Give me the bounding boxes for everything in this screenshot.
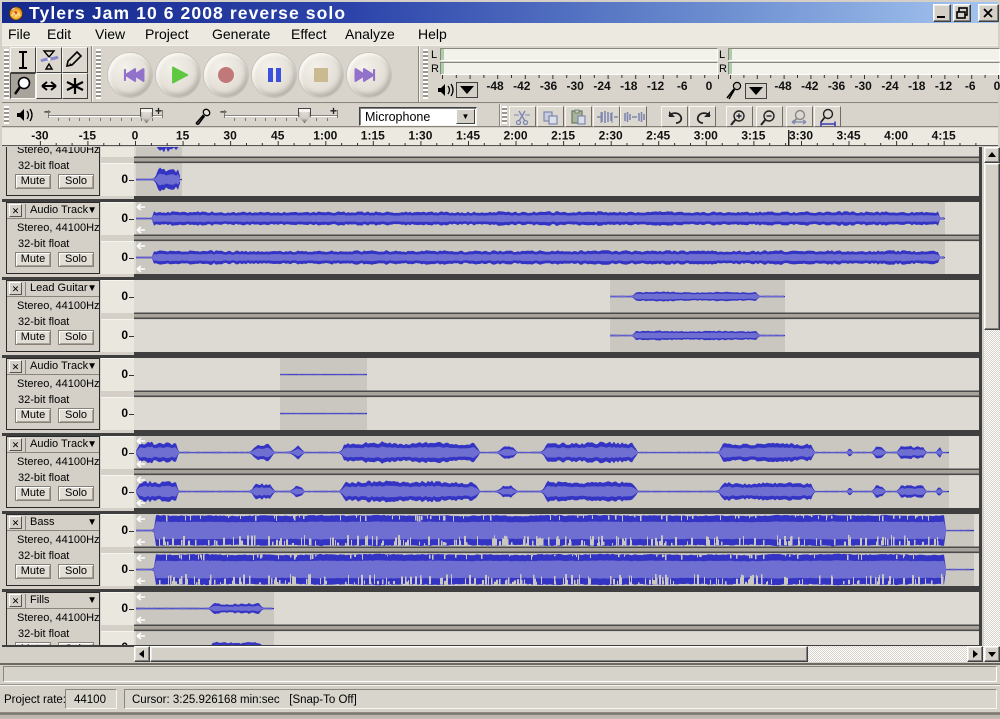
svg-text:-24: -24 xyxy=(881,80,899,93)
svg-text:-24: -24 xyxy=(593,80,611,93)
svg-text:-36: -36 xyxy=(828,80,846,93)
svg-text:-42: -42 xyxy=(513,80,531,93)
svg-text:-48: -48 xyxy=(774,80,792,93)
svg-text:3:30: 3:30 xyxy=(789,129,813,143)
svg-text:-15: -15 xyxy=(79,129,97,143)
svg-text:3:00: 3:00 xyxy=(694,129,718,143)
svg-text:-12: -12 xyxy=(647,80,665,93)
svg-text:-18: -18 xyxy=(620,80,638,93)
svg-text:-30: -30 xyxy=(31,129,49,143)
svg-text:4:15: 4:15 xyxy=(932,129,956,143)
svg-text:-12: -12 xyxy=(935,80,953,93)
svg-text:1:00: 1:00 xyxy=(313,129,337,143)
svg-text:3:45: 3:45 xyxy=(836,129,860,143)
svg-text:-30: -30 xyxy=(855,80,873,93)
svg-text:-48: -48 xyxy=(486,80,504,93)
svg-text:-42: -42 xyxy=(801,80,819,93)
svg-text:2:30: 2:30 xyxy=(599,129,623,143)
svg-text:0: 0 xyxy=(706,80,713,93)
svg-text:-6: -6 xyxy=(965,80,976,93)
svg-text:1:30: 1:30 xyxy=(408,129,432,143)
svg-text:-18: -18 xyxy=(908,80,926,93)
svg-text:1:15: 1:15 xyxy=(361,129,385,143)
svg-text:2:45: 2:45 xyxy=(646,129,670,143)
svg-text:0: 0 xyxy=(994,80,1000,93)
svg-text:45: 45 xyxy=(271,129,285,143)
svg-text:15: 15 xyxy=(176,129,190,143)
svg-text:-36: -36 xyxy=(540,80,558,93)
svg-text:1:45: 1:45 xyxy=(456,129,480,143)
svg-text:-6: -6 xyxy=(677,80,688,93)
svg-text:0: 0 xyxy=(132,129,139,143)
svg-text:2:15: 2:15 xyxy=(551,129,575,143)
svg-text:30: 30 xyxy=(223,129,237,143)
svg-text:3:15: 3:15 xyxy=(741,129,765,143)
svg-text:4:00: 4:00 xyxy=(884,129,908,143)
svg-text:-30: -30 xyxy=(567,80,585,93)
svg-text:2:00: 2:00 xyxy=(503,129,527,143)
